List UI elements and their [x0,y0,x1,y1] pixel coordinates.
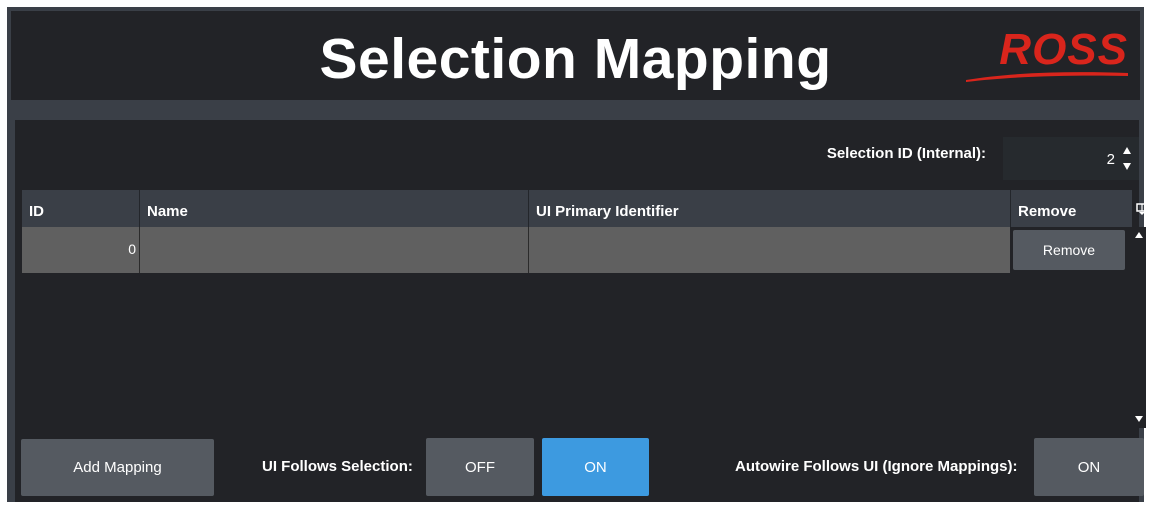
spin-down-icon[interactable] [1120,159,1134,175]
cell-name[interactable] [139,227,528,273]
autowire-on-button[interactable]: ON [1034,438,1144,496]
spin-up-icon[interactable] [1120,142,1134,158]
ui-follows-on-button[interactable]: ON [542,438,649,496]
ross-logo-swoosh [966,72,1128,82]
table-row[interactable]: 0 Remove [22,227,1132,273]
cell-ui-primary-identifier[interactable] [528,227,1010,273]
column-header-ui-primary-identifier[interactable]: UI Primary Identifier [528,190,1010,227]
selection-id-label: Selection ID (Internal): [826,145,986,162]
ross-logo-text: ROSS [999,25,1128,74]
ross-logo: ROSS [964,28,1130,88]
mapping-panel: Selection ID (Internal): 2 ID Name UI Pr… [15,120,1148,502]
header-bar: Selection Mapping ROSS [11,11,1140,100]
column-header-id[interactable]: ID [22,190,139,227]
remove-button[interactable]: Remove [1013,230,1125,270]
selection-id-spinner[interactable]: 2 [1003,137,1139,180]
ui-follows-selection-label: UI Follows Selection: [262,458,413,475]
column-chooser-icon[interactable] [1136,203,1148,215]
ui-follows-off-button[interactable]: OFF [426,438,534,496]
add-mapping-button[interactable]: Add Mapping [21,439,214,496]
autowire-follows-ui-label: Autowire Follows UI (Ignore Mappings): [735,458,1018,475]
app-frame: Selection Mapping ROSS Selection ID (Int… [7,7,1148,502]
column-header-name[interactable]: Name [139,190,528,227]
mapping-table: ID Name UI Primary Identifier Remove 0 R… [22,190,1148,428]
scroll-up-icon[interactable] [1134,230,1144,240]
table-header: ID Name UI Primary Identifier Remove [22,190,1148,227]
selection-id-value[interactable]: 2 [1107,151,1115,168]
cell-id[interactable]: 0 [22,227,139,273]
table-scrollbar[interactable] [1132,227,1146,428]
cell-id-text: 0 [128,241,136,257]
scroll-down-icon[interactable] [1134,414,1144,424]
column-header-remove[interactable]: Remove [1010,190,1132,227]
